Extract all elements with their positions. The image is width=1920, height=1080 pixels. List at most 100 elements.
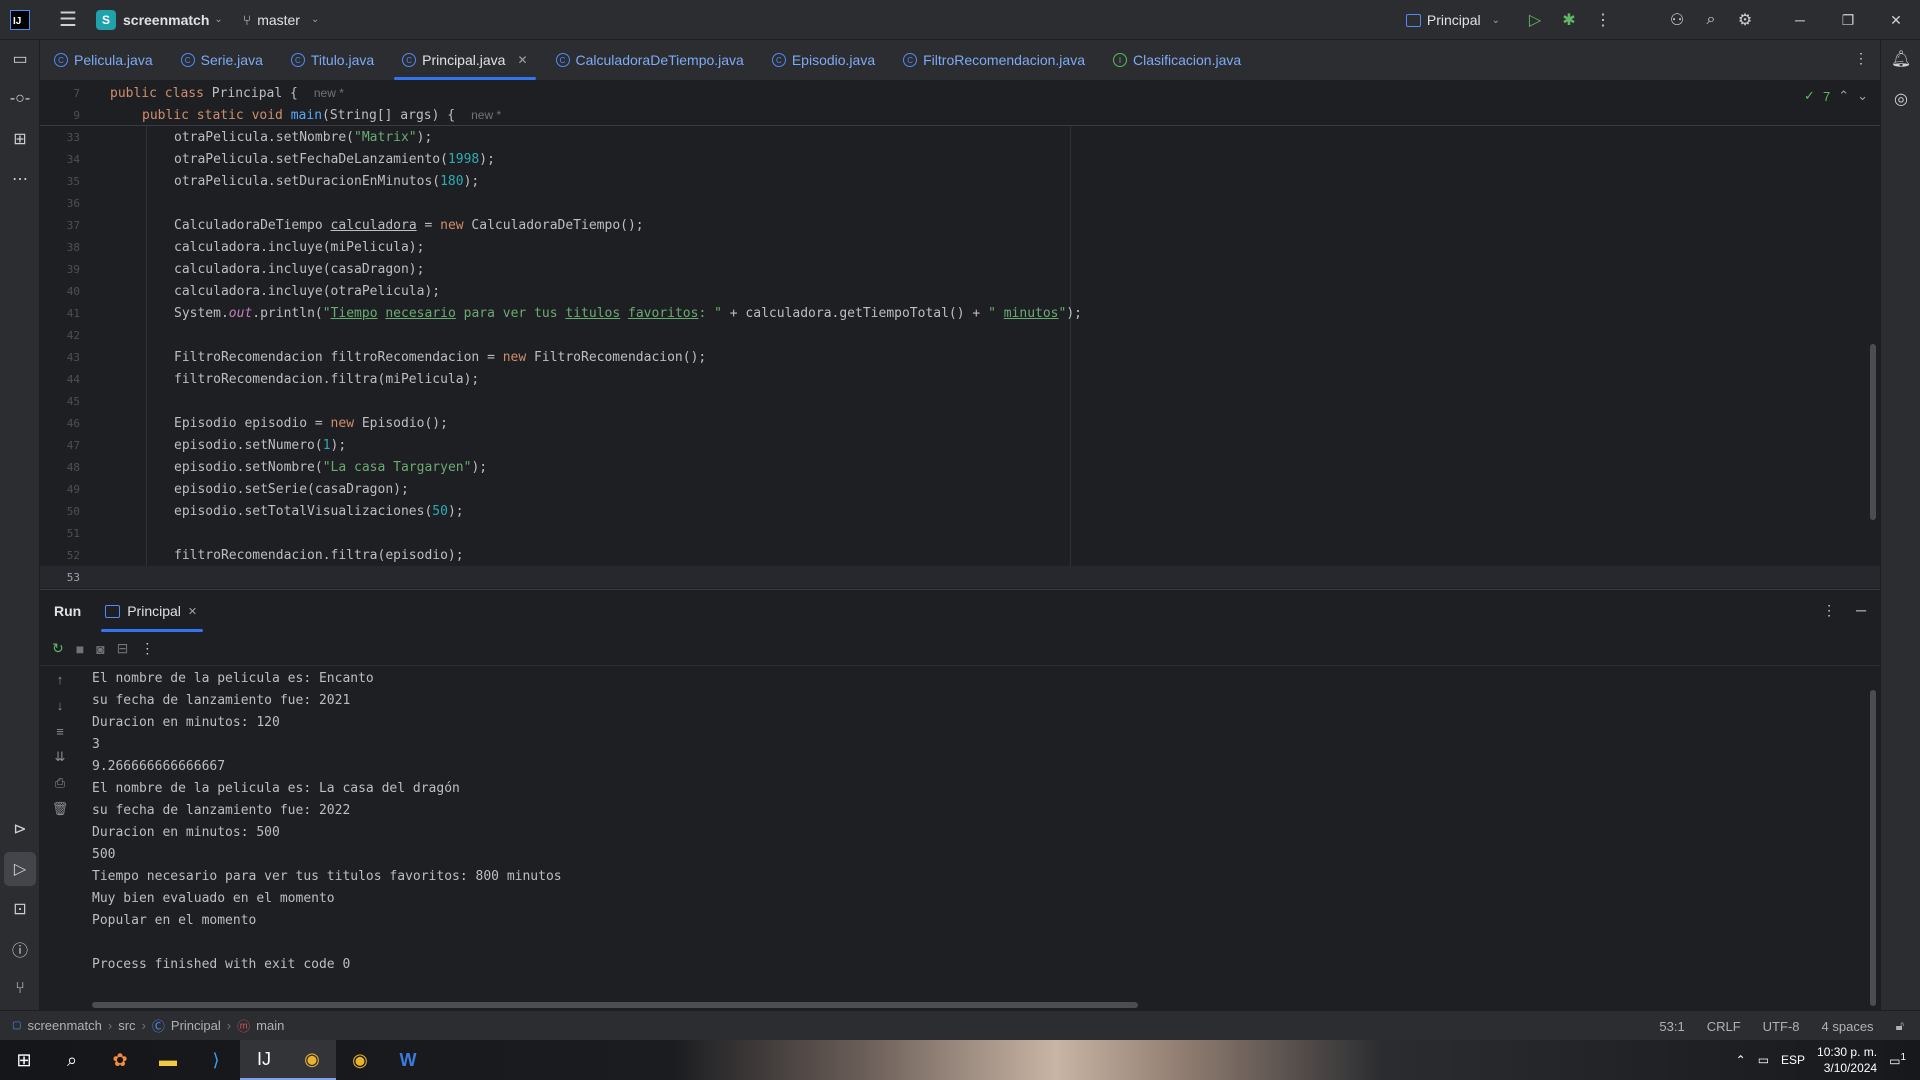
string-literal: "La casa Targaryen"	[322, 459, 472, 475]
restore-layout-icon[interactable]: ⊟	[117, 640, 129, 657]
line-number: 48	[66, 460, 80, 474]
code-vision-hint: new *	[313, 85, 344, 100]
more-vertical-icon[interactable]: ⋮	[140, 640, 154, 657]
minimize-button[interactable]: ─	[1776, 0, 1824, 40]
line-number: 35	[66, 174, 80, 188]
intellij-taskbar-icon[interactable]: IJ	[240, 1040, 288, 1080]
more-vertical-icon[interactable]: ⋮	[1586, 0, 1620, 40]
print-icon[interactable]: ⎙	[40, 770, 80, 796]
editor-scrollbar[interactable]	[1870, 344, 1876, 520]
close-tab-icon[interactable]: ✕	[188, 605, 197, 618]
lock-icon[interactable]: 🔓︎	[1896, 1018, 1904, 1034]
search-icon[interactable]: ⌕	[48, 1040, 96, 1080]
tab-filtro[interactable]: C FiltroRecomendacion.java	[889, 40, 1099, 80]
class-file-icon: Ⓒ	[151, 1019, 165, 1034]
scroll-to-end-icon[interactable]: ⇊	[40, 744, 80, 770]
breadcrumb-item[interactable]: Principal	[171, 1018, 221, 1033]
file-explorer-icon[interactable]: ▬	[144, 1040, 192, 1080]
search-icon[interactable]: ⌕	[1694, 0, 1728, 40]
terminal-icon[interactable]: ⊡	[0, 892, 40, 926]
settings-gear-icon[interactable]: ⚙	[1728, 0, 1762, 40]
run-tool-icon[interactable]: ▷	[4, 852, 36, 886]
method-icon: ⓜ	[237, 1019, 251, 1034]
line-number: 9	[73, 108, 80, 122]
trash-icon[interactable]: 🗑︎	[40, 796, 80, 822]
line-separator[interactable]: CRLF	[1707, 1019, 1741, 1034]
tab-pelicula[interactable]: C Pelicula.java	[40, 40, 167, 80]
stop-icon[interactable]: ■	[76, 641, 84, 657]
debug-icon[interactable]: ✱	[1552, 0, 1586, 40]
git-icon[interactable]: ⑂	[0, 972, 40, 1006]
line-number: 39	[66, 262, 80, 276]
tab-principal[interactable]: C Principal.java ✕	[388, 40, 541, 80]
minimize-panel-icon[interactable]: ─	[1856, 602, 1866, 619]
camera-icon[interactable]: ◙	[96, 641, 104, 657]
breadcrumb-item[interactable]: src	[118, 1018, 135, 1033]
chevron-up-icon[interactable]: ⌃	[1838, 88, 1849, 104]
windows-taskbar: ⊞ ⌕ ✿ ▬ ⟩ IJ ◉ ◉ W ⌃ ▭ ESP 10:30 p. m. 3…	[0, 1040, 1920, 1080]
tab-clasificacion[interactable]: I Clasificacion.java	[1099, 40, 1255, 80]
chrome-profile-icon[interactable]: ◉	[336, 1040, 384, 1080]
breadcrumb-item[interactable]: screenmatch	[27, 1018, 101, 1033]
run-config-label: Principal	[1426, 12, 1481, 28]
vscode-icon[interactable]: ⟩	[192, 1040, 240, 1080]
copilot-icon[interactable]: ✿	[96, 1040, 144, 1080]
run-config-selector[interactable]: Principal ⌄	[1405, 12, 1500, 28]
chevron-down-icon[interactable]: ⌄	[214, 14, 222, 25]
indent-setting[interactable]: 4 spaces	[1822, 1019, 1874, 1034]
code-line: 43 FiltroRecomendacion filtroRecomendacio…	[40, 346, 1880, 368]
structure-icon[interactable]: ⊞	[0, 122, 40, 156]
language-indicator[interactable]: ESP	[1781, 1053, 1805, 1067]
run-icon[interactable]: ▷	[1518, 0, 1552, 40]
tab-episodio[interactable]: C Episodio.java	[758, 40, 889, 80]
scroll-down-icon[interactable]: ↓	[40, 692, 80, 718]
file-encoding[interactable]: UTF-8	[1763, 1019, 1800, 1034]
add-user-icon[interactable]: ⚇	[1660, 0, 1694, 40]
chrome-icon[interactable]: ◉	[288, 1040, 336, 1080]
notification-center-icon[interactable]: ▭1	[1889, 1052, 1906, 1068]
run-tab-principal[interactable]: Principal ✕	[101, 590, 204, 632]
more-vertical-icon[interactable]: ⋮	[1854, 50, 1868, 67]
inspection-count: 7	[1822, 88, 1831, 104]
word-icon[interactable]: W	[384, 1040, 432, 1080]
tab-calculadora[interactable]: C CalculadoraDeTiempo.java	[542, 40, 758, 80]
chevron-down-icon[interactable]: ⌄	[1857, 88, 1868, 104]
code-line: 9 public static void main(String[] args) …	[40, 104, 1880, 126]
ai-assistant-icon[interactable]: ◎	[1881, 82, 1920, 116]
code-line: 37 CalculadoraDeTiempo calculadora = new …	[40, 214, 1880, 236]
windows-start-icon[interactable]: ⊞	[0, 1040, 48, 1080]
caret-position[interactable]: 53:1	[1659, 1019, 1684, 1034]
tab-titulo[interactable]: C Titulo.java	[277, 40, 388, 80]
close-window-button[interactable]: ✕	[1872, 0, 1920, 40]
branch-selector[interactable]: ⑂ master ⌄	[243, 12, 320, 28]
line-number: 34	[66, 152, 80, 166]
project-name[interactable]: screenmatch	[123, 12, 209, 28]
code-editor[interactable]: 7 public class Principal {new * 9 public s…	[40, 82, 1880, 588]
close-tab-icon[interactable]: ✕	[517, 53, 527, 67]
commit-icon[interactable]: -○-	[0, 82, 40, 116]
console-output[interactable]: El nombre de la pelicula es: Encanto su …	[92, 668, 1872, 998]
project-folder-icon[interactable]: ▭	[0, 42, 40, 76]
problems-icon[interactable]: ⓘ	[0, 932, 40, 966]
soft-wrap-icon[interactable]: ≡	[40, 718, 80, 744]
string-literal: "Matrix"	[354, 129, 417, 145]
console-line: El nombre de la pelicula es: La casa del…	[92, 781, 460, 796]
more-vertical-icon[interactable]: ⋮	[1822, 602, 1836, 619]
network-icon[interactable]: ▭	[1758, 1053, 1769, 1067]
rerun-icon[interactable]: ↻	[52, 640, 64, 657]
run-panel: Run Principal ✕ ⋮ ─ ↻ ■ ◙ ⊟ ⋮ ↑ ↓ ≡ ⇊ ⎙ …	[40, 589, 1880, 1010]
tab-serie[interactable]: C Serie.java	[167, 40, 277, 80]
chevron-right-icon: ›	[107, 1018, 113, 1033]
services-icon[interactable]: ⊳	[0, 812, 40, 846]
more-horizontal-icon[interactable]: ⋯	[0, 162, 40, 196]
notifications-bell-icon[interactable]: 🔔︎	[1881, 42, 1920, 76]
chevron-up-icon[interactable]: ⌃	[1736, 1053, 1746, 1067]
clock[interactable]: 10:30 p. m. 3/10/2024	[1817, 1044, 1877, 1076]
breadcrumb-item[interactable]: main	[256, 1018, 284, 1033]
console-horizontal-scrollbar[interactable]	[92, 1002, 1138, 1008]
console-vertical-scrollbar[interactable]	[1870, 690, 1876, 1006]
inspection-widget[interactable]: ✓ 7 ⌃ ⌄	[1804, 88, 1868, 104]
restore-button[interactable]: ❐	[1824, 0, 1872, 40]
main-menu-icon[interactable]: ☰	[48, 0, 88, 40]
scroll-up-icon[interactable]: ↑	[40, 666, 80, 692]
